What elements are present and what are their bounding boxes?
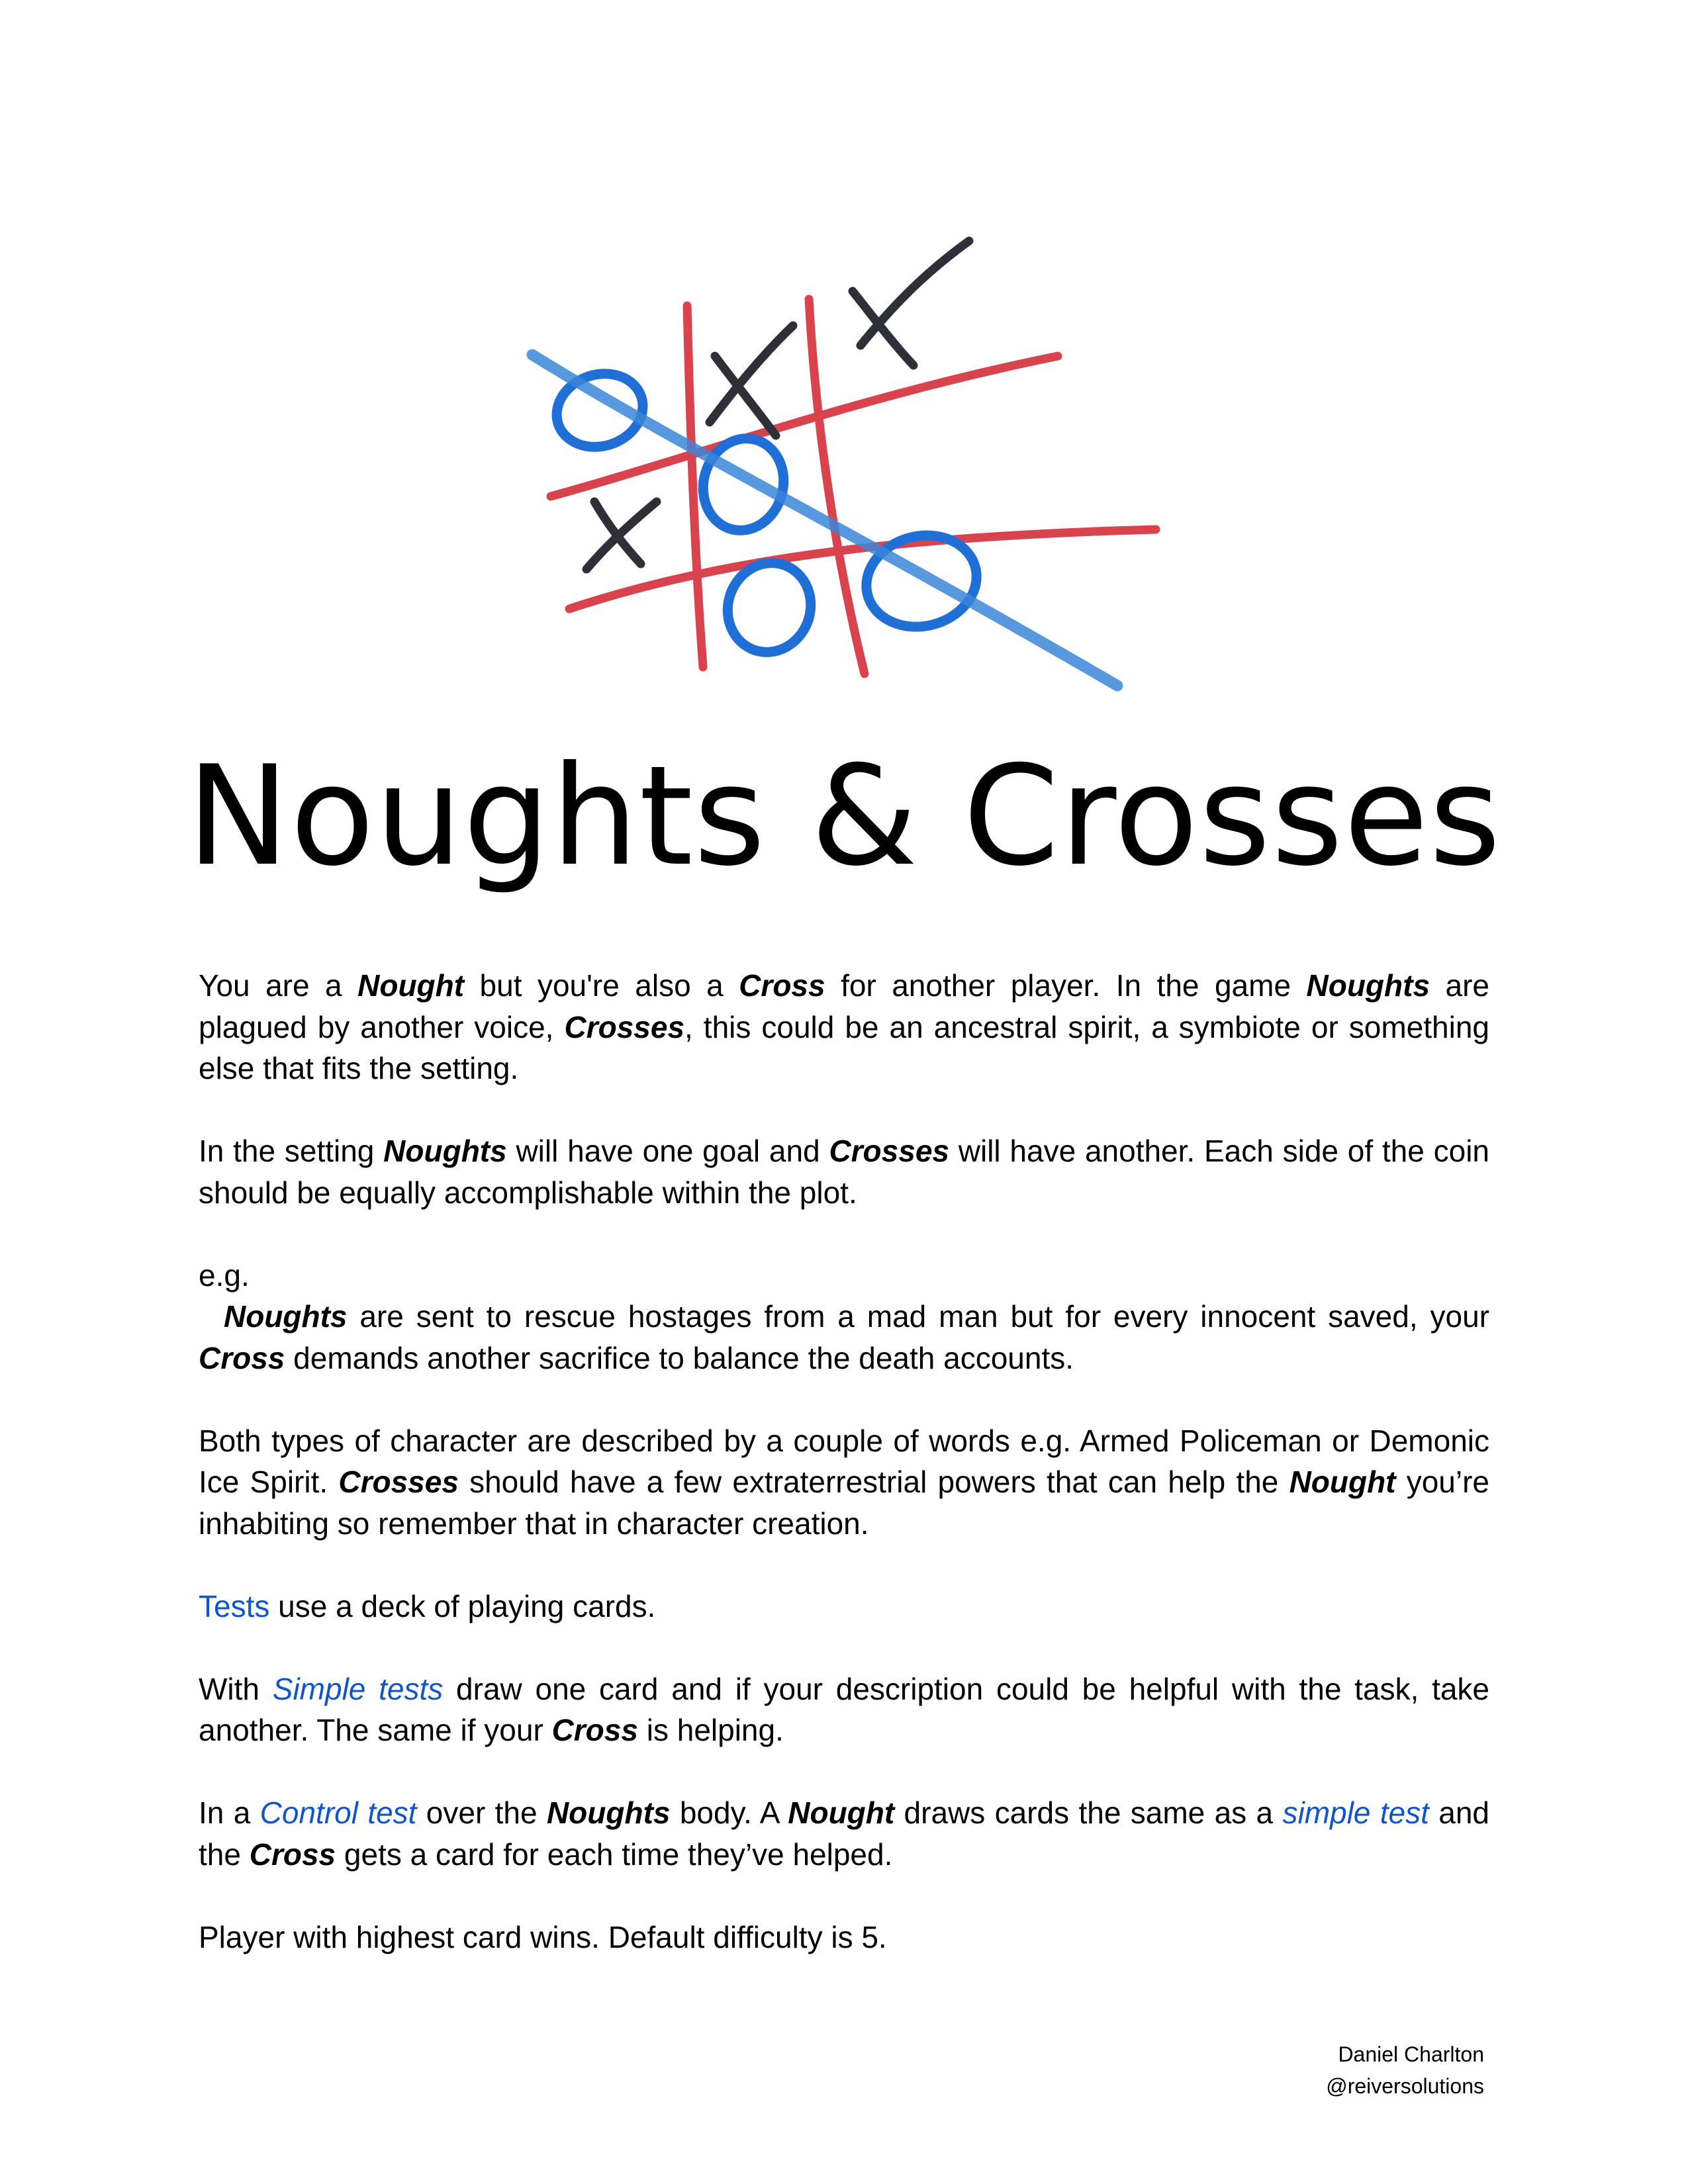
- text-segment: will have one goal and: [506, 1134, 829, 1168]
- eg-label: e.g.: [199, 1255, 1489, 1297]
- text-segment: You are a: [199, 968, 358, 1003]
- author-credit: Daniel Charlton @reiversolutions: [1326, 2038, 1484, 2102]
- grid-lines: [546, 295, 1160, 678]
- text-segment: should have a few extraterrestrial power…: [458, 1465, 1289, 1499]
- keyword: Noughts: [224, 1299, 348, 1334]
- rule-link[interactable]: simple test: [1282, 1796, 1429, 1830]
- text-segment: but you're also a: [464, 968, 739, 1003]
- winning-strike-line: [526, 349, 1123, 692]
- text-segment: for another player. In the game: [825, 968, 1307, 1003]
- control-test-paragraph: In a Control test over the Noughts body.…: [199, 1792, 1489, 1875]
- rule-link[interactable]: Simple tests: [273, 1672, 444, 1706]
- characters-paragraph: Both types of character are described by…: [199, 1420, 1489, 1545]
- page-title: Noughts & Crosses: [186, 737, 1502, 897]
- rule-link[interactable]: Control test: [260, 1796, 417, 1830]
- goals-paragraph: In the setting Noughts will have one goa…: [199, 1130, 1489, 1213]
- author-handle: @reiversolutions: [1326, 2074, 1484, 2098]
- keyword: Cross: [249, 1837, 336, 1872]
- text-segment: over the: [416, 1796, 547, 1830]
- text-segment: With: [199, 1671, 273, 1706]
- keyword: Nought: [357, 968, 465, 1003]
- keyword: Nought: [788, 1796, 895, 1830]
- text-segment: is helping.: [637, 1713, 784, 1747]
- tic-tac-toe-illustration: [526, 236, 1160, 692]
- keyword: Cross: [551, 1713, 638, 1747]
- text-segment: Player with highest card wins. Default d…: [199, 1919, 887, 1954]
- text-segment: gets a card for each time they’ve helped…: [336, 1837, 893, 1872]
- keyword: Crosses: [338, 1465, 459, 1499]
- text-segment: demands another sacrifice to balance the…: [285, 1340, 1074, 1375]
- rule-link[interactable]: Tests: [199, 1589, 269, 1623]
- text-segment: draws cards the same as a: [894, 1796, 1283, 1830]
- text-segment: are sent to rescue hostages from a mad m…: [347, 1299, 1489, 1334]
- cross-mark-top-middle: [705, 321, 798, 440]
- body-text: You are a Nought but you're also a Cross…: [199, 965, 1489, 1999]
- keyword: Crosses: [829, 1134, 949, 1168]
- cross-mark-top-right: [848, 236, 974, 370]
- text-segment: In a: [199, 1796, 260, 1830]
- winner-paragraph: Player with highest card wins. Default d…: [199, 1917, 1489, 1958]
- text-segment: use a deck of playing cards.: [269, 1588, 656, 1623]
- grid-line-vertical-right: [804, 295, 869, 678]
- keyword: Noughts: [546, 1796, 671, 1830]
- keyword: Noughts: [1306, 968, 1430, 1003]
- author-name: Daniel Charlton: [1338, 2042, 1484, 2066]
- keyword: Cross: [739, 968, 825, 1003]
- cross-mark-middle-left: [582, 497, 661, 574]
- text-segment: In the setting: [199, 1134, 384, 1168]
- simple-tests-paragraph: With Simple tests draw one card and if y…: [199, 1668, 1489, 1751]
- keyword: Noughts: [383, 1134, 507, 1168]
- keyword: Nought: [1289, 1465, 1396, 1499]
- keyword: Cross: [199, 1340, 285, 1375]
- keyword: Crosses: [564, 1009, 685, 1044]
- text-segment: body. A: [670, 1796, 788, 1830]
- tests-paragraph: Tests use a deck of playing cards.: [199, 1586, 1489, 1627]
- intro-paragraph: You are a Nought but you're also a Cross…: [199, 965, 1489, 1089]
- text-segment: e.g.: [199, 1257, 250, 1293]
- example-paragraph: Noughts are sent to rescue hostages from…: [199, 1296, 1489, 1379]
